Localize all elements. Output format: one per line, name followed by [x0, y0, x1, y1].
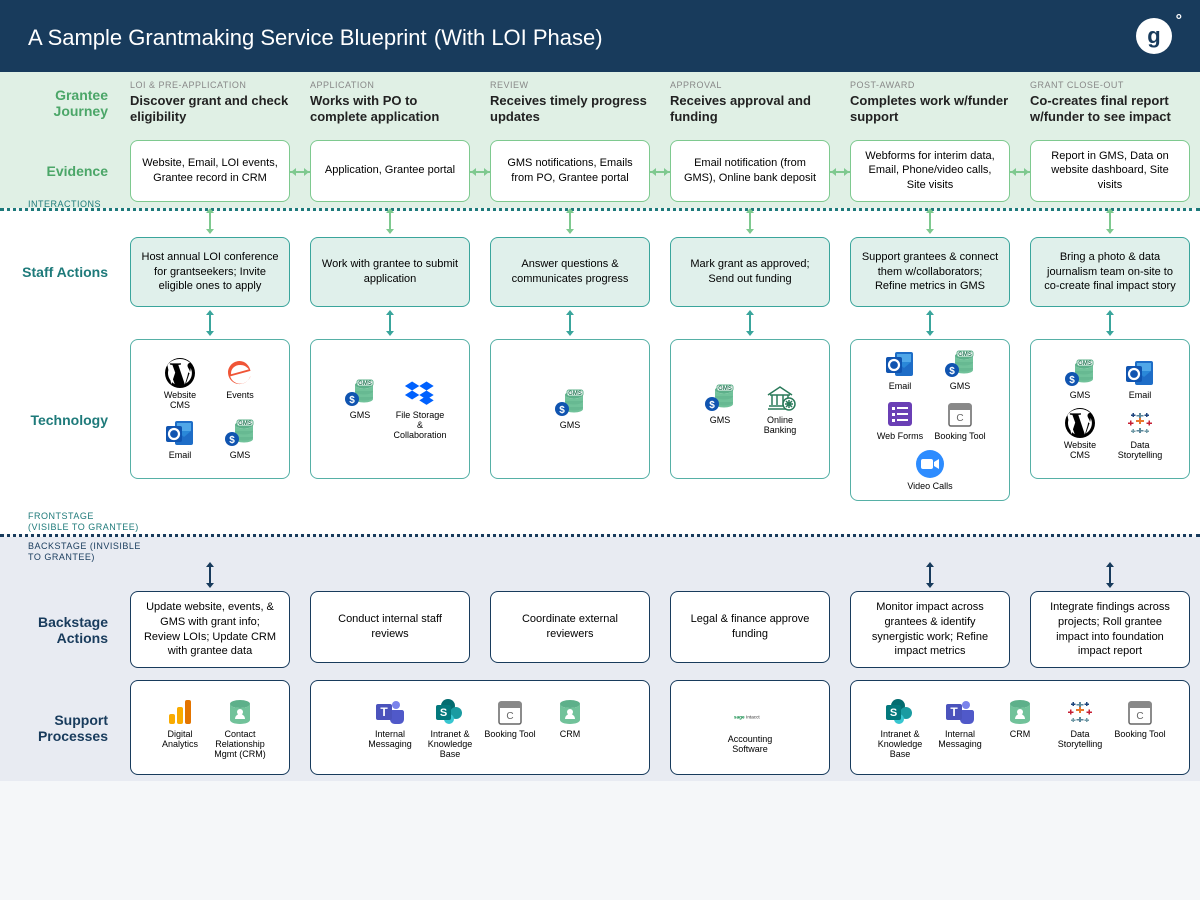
tech-card: GMSFile Storage & Collaboration: [310, 339, 470, 479]
calendar-icon: Booking Tool: [934, 398, 986, 442]
calendar-icon: Booking Tool: [1114, 696, 1166, 740]
phase-0: LOI & PRE-APPLICATIONDiscover grant and …: [120, 72, 300, 134]
outlook-icon: Email: [874, 348, 926, 392]
wordpress-icon: Website CMS: [154, 357, 206, 411]
evidence-card: Application, Grantee portal: [310, 140, 470, 202]
backstage-card: Legal & finance approve funding: [670, 591, 830, 663]
tech-card: GMSOnline Banking: [670, 339, 830, 479]
evidence-card: Report in GMS, Data on website dashboard…: [1030, 140, 1190, 203]
crm-icon: Contact Relationship Mgmt (CRM): [214, 696, 266, 760]
forms-icon: Web Forms: [874, 398, 926, 442]
outlook-icon: Email: [154, 417, 206, 461]
support-card: Accounting Software: [670, 680, 830, 775]
teams-icon: Internal Messaging: [934, 696, 986, 750]
gms-icon: GMS: [934, 348, 986, 392]
support-card: Digital AnalyticsContact Relationship Mg…: [130, 680, 290, 775]
backstage-card: Coordinate external reviewers: [490, 591, 650, 663]
evidence-card: Webforms for interim data, Email, Phone/…: [850, 140, 1010, 203]
staff-card: Support grantees & connect them w/collab…: [850, 237, 1010, 307]
support-card: Internal MessagingIntranet & Knowledge B…: [310, 680, 650, 775]
staff-card: Bring a photo & data journalism team on-…: [1030, 237, 1190, 307]
staff-card: Host annual LOI conference for grantseek…: [130, 237, 290, 307]
tableau-icon: Data Storytelling: [1114, 407, 1166, 461]
crm-icon: CRM: [544, 696, 596, 740]
gms-icon: GMS: [214, 417, 266, 461]
header: A Sample Grantmaking Service Blueprint (…: [0, 0, 1200, 72]
evidence-card: Website, Email, LOI events, Grantee reco…: [130, 140, 290, 202]
phase-2: REVIEWReceives timely progress updates: [480, 72, 660, 134]
crm-icon: CRM: [994, 696, 1046, 740]
phase-1: APPLICATIONWorks with PO to complete app…: [300, 72, 480, 134]
row-label-staff: Staff Actions: [0, 231, 120, 313]
staff-card: Work with grantee to submit application: [310, 237, 470, 307]
lane-frontstage: FRONTSTAGE (VISIBLE TO GRANTEE): [0, 507, 1200, 535]
gms-icon: GMS: [694, 382, 746, 426]
tech-card: EmailGMSWeb FormsBooking Tool Video Calls: [850, 339, 1010, 501]
bank-icon: Online Banking: [754, 382, 806, 436]
row-label-evidence: Evidence: [0, 134, 120, 209]
lane-backstage: BACKSTAGE (INVISIBLE TO GRANTEE): [0, 537, 1200, 565]
tech-card: Website CMSEventsEmailGMS: [130, 339, 290, 479]
backstage-card: Conduct internal staff reviews: [310, 591, 470, 663]
analytics-icon: Digital Analytics: [154, 696, 206, 750]
staff-card: Mark grant as approved; Send out funding: [670, 237, 830, 307]
tech-card: GMSEmailWebsite CMSData Storytelling: [1030, 339, 1190, 479]
gms-icon: GMS: [334, 377, 386, 421]
gms-icon: GMS: [1054, 357, 1106, 401]
tech-card: GMS: [490, 339, 650, 479]
phase-4: POST-AWARDCompletes work w/funder suppor…: [840, 72, 1020, 134]
phase-3: APPROVALReceives approval and funding: [660, 72, 840, 134]
wordpress-icon: Website CMS: [1054, 407, 1106, 461]
backstage-card: Integrate findings across projects; Roll…: [1030, 591, 1190, 668]
page-title: A Sample Grantmaking Service Blueprint (…: [28, 21, 603, 52]
phase-5: GRANT CLOSE-OUTCo-creates final report w…: [1020, 72, 1200, 134]
tableau-icon: Data Storytelling: [1054, 696, 1106, 750]
backstage-card: Update website, events, & GMS with grant…: [130, 591, 290, 668]
row-label-backstage: Backstage Actions: [0, 585, 120, 674]
support-card: Intranet & Knowledge BaseInternal Messag…: [850, 680, 1190, 775]
eventbrite-icon: Events: [214, 357, 266, 401]
evidence-card: GMS notifications, Emails from PO, Grant…: [490, 140, 650, 202]
dropbox-icon: File Storage & Collaboration: [394, 377, 446, 441]
row-label-support: Support Processes: [0, 674, 120, 781]
sage-icon: Accounting Software: [724, 701, 776, 755]
teams-icon: Internal Messaging: [364, 696, 416, 750]
backstage-card: Monitor impact across grantees & identif…: [850, 591, 1010, 668]
row-label-journey: Grantee Journey: [0, 72, 120, 134]
zoom-icon: Video Calls: [904, 448, 956, 492]
outlook-icon: Email: [1114, 357, 1166, 401]
evidence-card: Email notification (from GMS), Online ba…: [670, 140, 830, 202]
gms-icon: GMS: [544, 387, 596, 431]
row-label-tech: Technology: [0, 333, 120, 507]
sharepoint-icon: Intranet & Knowledge Base: [874, 696, 926, 760]
calendar-icon: Booking Tool: [484, 696, 536, 740]
sharepoint-icon: Intranet & Knowledge Base: [424, 696, 476, 760]
staff-card: Answer questions & communicates progress: [490, 237, 650, 307]
brand-logo: g: [1136, 18, 1172, 54]
